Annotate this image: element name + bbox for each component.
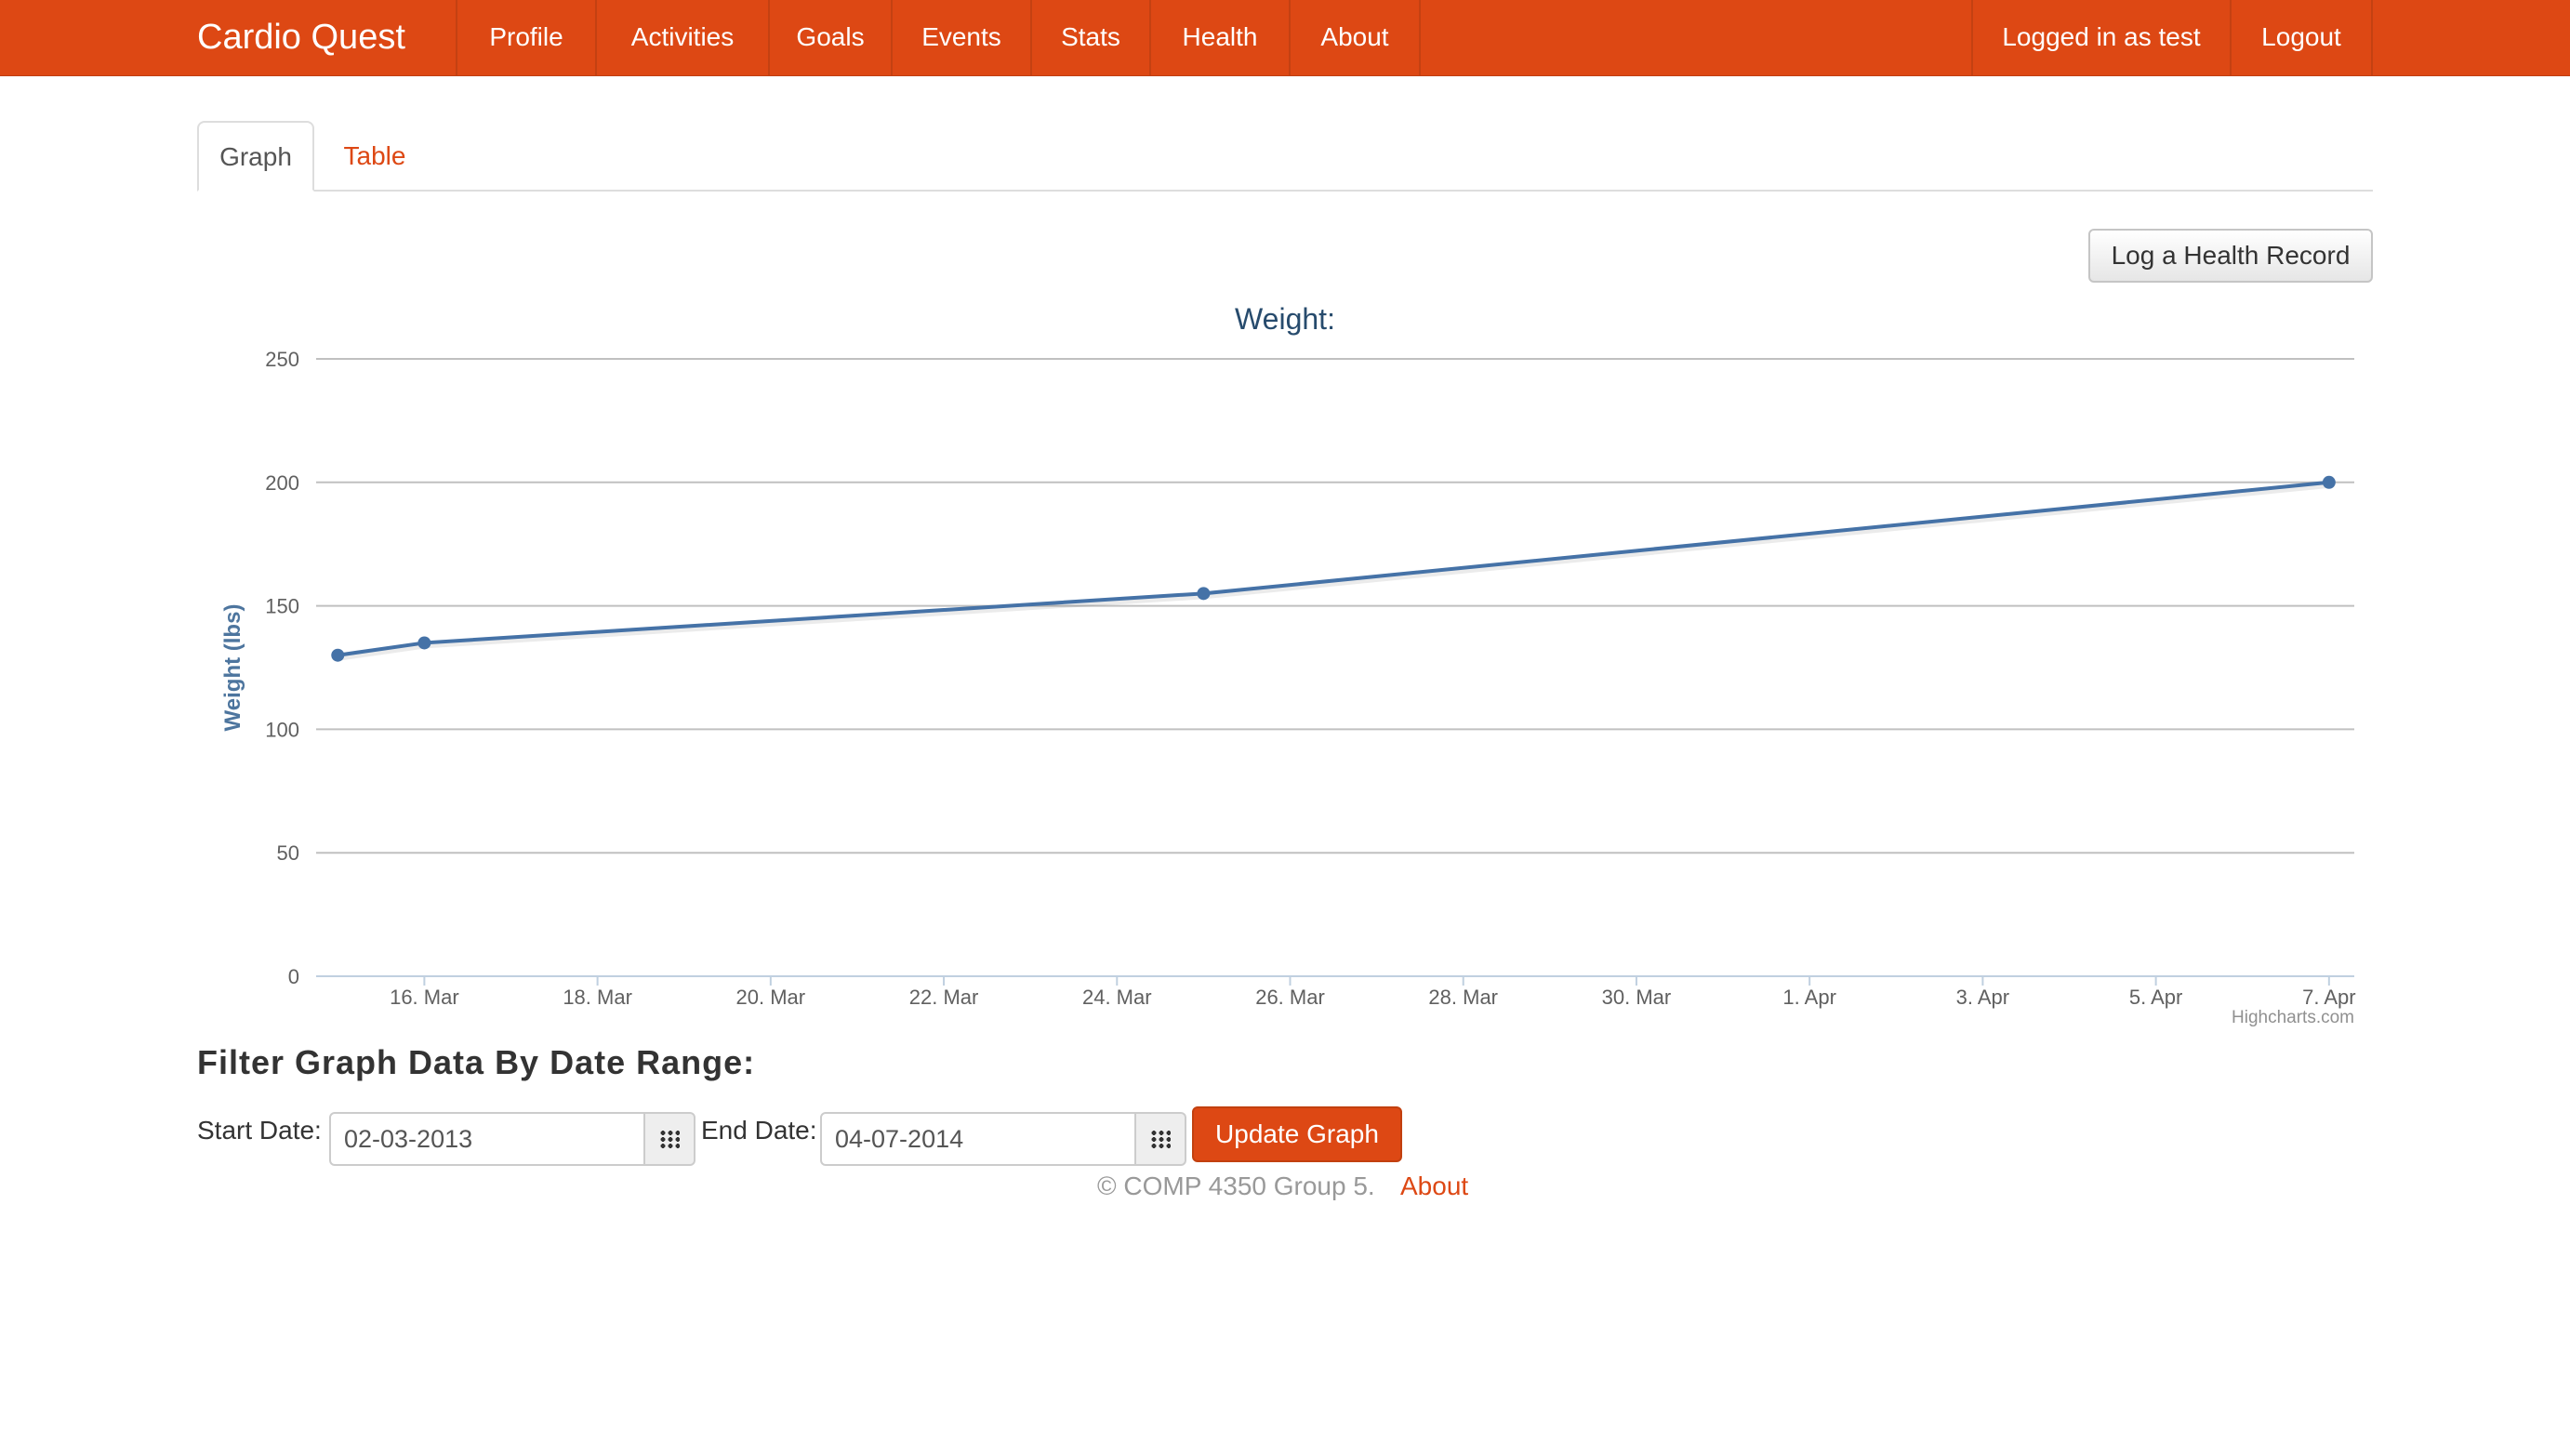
nav-stats[interactable]: Stats — [1030, 0, 1149, 75]
logout-link[interactable]: Logout — [2230, 0, 2373, 75]
x-tick-label: 7. Apr — [2302, 986, 2355, 1009]
y-tick-label: 150 — [265, 595, 299, 618]
x-tick-label: 1. Apr — [1782, 986, 1835, 1009]
nav-goals[interactable]: Goals — [768, 0, 891, 75]
calendar-icon[interactable] — [645, 1112, 695, 1166]
footer-about-link[interactable]: About — [1400, 1171, 1468, 1201]
x-tick-label: 18. Mar — [563, 986, 632, 1009]
brand-logo[interactable]: Cardio Quest — [197, 0, 405, 75]
footer-copyright: © COMP 4350 Group 5. — [1097, 1171, 1375, 1200]
calendar-icon[interactable] — [1136, 1112, 1186, 1166]
chart-credit: Highcharts.com — [2232, 1008, 2354, 1027]
start-date-label: Start Date: — [197, 1116, 322, 1145]
filter-title: Filter Graph Data By Date Range: — [197, 1043, 756, 1081]
chart-title: Weight: — [1235, 302, 1335, 336]
nav-events[interactable]: Events — [891, 0, 1030, 75]
tabs-divider — [197, 190, 2373, 192]
nav-about[interactable]: About — [1289, 0, 1421, 75]
log-health-record-button[interactable]: Log a Health Record — [2088, 229, 2373, 283]
top-navbar: Cardio Quest Profile Activities Goals Ev… — [0, 0, 2570, 76]
end-date-label: End Date: — [701, 1116, 817, 1145]
x-tick-label: 20. Mar — [736, 986, 806, 1009]
user-status[interactable]: Logged in as test — [1971, 0, 2230, 75]
y-tick-label: 200 — [265, 471, 299, 495]
data-point — [1197, 587, 1211, 601]
end-date-input[interactable]: 04-07-2014 — [820, 1112, 1136, 1166]
x-tick-label: 24. Mar — [1082, 986, 1152, 1009]
nav-activities[interactable]: Activities — [595, 0, 768, 75]
y-tick-label: 250 — [265, 348, 299, 371]
weight-chart: Weight: 0 50 100 150 200 250 Weight (lbs) 16. Ma… — [220, 302, 2356, 1027]
y-tick-label: 50 — [277, 841, 299, 865]
y-tick-label: 100 — [265, 718, 299, 741]
y-axis-title: Weight (lbs) — [220, 604, 245, 732]
x-tick-label: 28. Mar — [1428, 986, 1498, 1009]
update-graph-button[interactable]: Update Graph — [1192, 1106, 1402, 1162]
nav-health[interactable]: Health — [1149, 0, 1289, 75]
x-tick-label: 5. Apr — [2129, 986, 2182, 1009]
tab-table[interactable]: Table — [324, 121, 426, 190]
x-tick-label: 22. Mar — [909, 986, 979, 1009]
tab-graph[interactable]: Graph — [197, 121, 314, 192]
data-point — [2322, 475, 2336, 489]
nav-profile[interactable]: Profile — [456, 0, 595, 75]
start-date-input[interactable]: 02-03-2013 — [329, 1112, 645, 1166]
y-tick-label: 0 — [288, 965, 299, 988]
series-line — [337, 480, 2330, 657]
x-tick-label: 26. Mar — [1255, 986, 1325, 1009]
data-point — [331, 648, 345, 662]
x-tick-label: 30. Mar — [1602, 986, 1672, 1009]
data-point — [417, 636, 431, 650]
x-tick-label: 16. Mar — [390, 986, 459, 1009]
x-tick-label: 3. Apr — [1956, 986, 2009, 1009]
